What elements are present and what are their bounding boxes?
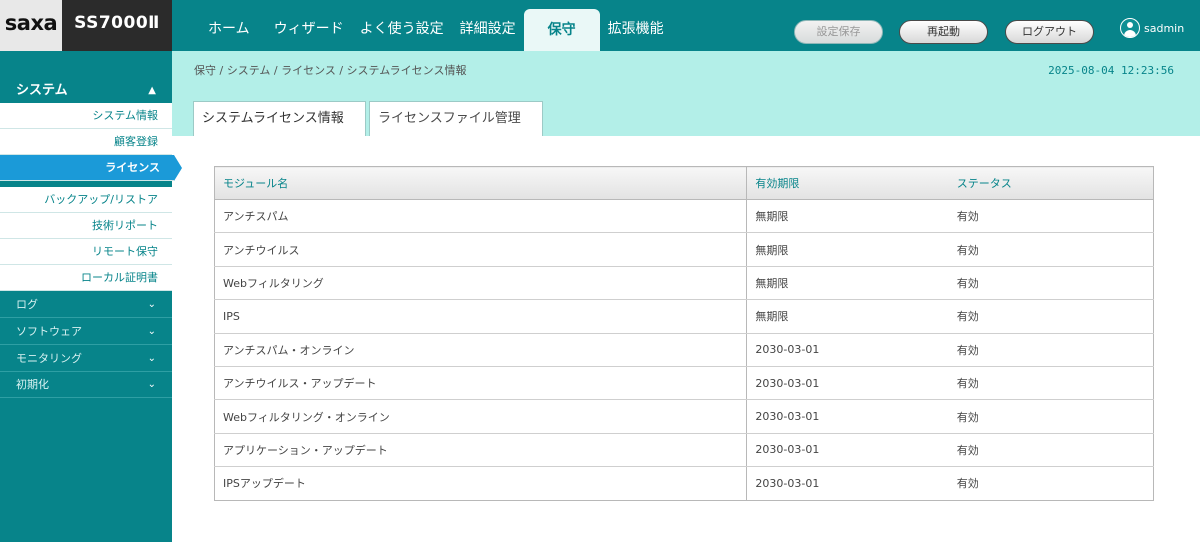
expiry-date: 無期限 [746,232,949,267]
sidebar-category-label: ログ [16,298,38,311]
status: 有効 [948,433,1154,468]
save-settings-button[interactable]: 設定保存 [794,20,883,44]
expiry-date: 2030-03-01 [746,366,949,401]
brand-logo: saxa [0,0,62,51]
chevron-down-icon: ⌄ [147,299,156,310]
module-name: IPS [214,299,747,334]
sidebar-category-monitoring[interactable]: モニタリング ⌄ [0,346,172,372]
top-header: saxa SS7000Ⅱ ホーム ウィザード よく使う設定 詳細設定 保守 拡張… [0,0,1200,51]
sidebar: システム ▲ システム情報 顧客登録 ライセンス バックアップ/リストア 技術リ… [0,51,182,542]
module-name: Webフィルタリング [214,266,747,301]
expiry-date: 無期限 [746,266,949,301]
breadcrumb: 保守 / システム / ライセンス / システムライセンス情報 [194,64,467,77]
nav-favorite-settings[interactable]: よく使う設定 [352,0,452,51]
status: 有効 [948,199,1154,234]
tab-system-license-info[interactable]: システムライセンス情報 [193,101,366,136]
status: 有効 [948,333,1154,367]
nav-wizard[interactable]: ウィザード [266,0,352,51]
status: 有効 [948,366,1154,401]
nav-maintenance[interactable]: 保守 [523,9,600,51]
table-row: Webフィルタリング・オンライン 2030-03-01 有効 [214,399,1154,434]
column-header-module: モジュール名 [214,166,747,200]
expiry-date: 2030-03-01 [746,433,949,468]
expiry-date: 2030-03-01 [746,333,949,367]
sidebar-category-software[interactable]: ソフトウェア ⌄ [0,319,172,345]
table-row: IPS 無期限 有効 [214,299,1154,334]
module-name: アンチスパム・オンライン [214,333,747,367]
module-name: Webフィルタリング・オンライン [214,399,747,434]
sidebar-item-tech-report[interactable]: 技術リポート [0,213,172,239]
sidebar-category-log[interactable]: ログ ⌄ [0,292,172,318]
sidebar-section-label: システム [16,83,68,98]
nav-advanced-settings[interactable]: 詳細設定 [452,0,524,51]
table-row: アンチスパム・オンライン 2030-03-01 有効 [214,333,1154,367]
user-icon [1120,18,1140,38]
chevron-up-icon: ▲ [148,85,156,96]
module-name: IPSアップデート [223,477,306,491]
status: 有効 [956,477,979,491]
sidebar-category-initialize[interactable]: 初期化 ⌄ [0,372,172,398]
sidebar-category-label: 初期化 [16,378,49,391]
logout-button[interactable]: ログアウト [1005,20,1094,44]
expiry-date: 無期限 [746,199,949,234]
table-row: アプリケーション・アップデート 2030-03-01 有効 [214,433,1154,468]
license-table: モジュール名 有効期限 ステータス アンチスパム 無期限 有効 アンチウイルス … [214,166,1154,501]
nav-home[interactable]: ホーム [200,0,258,51]
table-row: IPSアップデート 2030-03-01 有効 [215,466,1154,501]
nav-extensions[interactable]: 拡張機能 [600,0,672,51]
user-name: sadmin [1144,21,1185,35]
column-header-status: ステータス [948,166,1154,200]
main-nav: ホーム ウィザード よく使う設定 詳細設定 保守 拡張機能 [200,0,672,51]
tab-license-file-management[interactable]: ライセンスファイル管理 [369,101,543,136]
table-row: アンチウイルス・アップデート 2030-03-01 有効 [214,366,1154,401]
table-row: Webフィルタリング 無期限 有効 [214,266,1154,301]
status: 有効 [948,232,1154,267]
sidebar-section-system[interactable]: システム ▲ [0,80,172,102]
status: 有効 [948,266,1154,301]
sidebar-category-label: モニタリング [16,352,82,365]
sidebar-item-customer-registration[interactable]: 顧客登録 [0,129,172,155]
chevron-down-icon: ⌄ [147,326,156,337]
table-row: アンチウイルス 無期限 有効 [214,232,1154,267]
status: 有効 [948,299,1154,334]
chevron-down-icon: ⌄ [147,379,156,390]
sidebar-category-label: ソフトウェア [16,325,82,338]
module-name: アプリケーション・アップデート [214,433,747,468]
model-name: SS7000Ⅱ [62,0,172,51]
current-datetime: 2025-08-04 12:23:56 [1048,64,1174,77]
sidebar-item-local-certificate[interactable]: ローカル証明書 [0,265,172,291]
reboot-button[interactable]: 再起動 [899,20,988,44]
sidebar-item-license[interactable]: ライセンス [0,155,182,181]
status: 有効 [948,399,1154,434]
module-name: アンチウイルス・アップデート [214,366,747,401]
module-name: アンチスパム [214,199,747,234]
table-row: アンチスパム 無期限 有効 [214,199,1154,234]
user-menu[interactable]: sadmin [1120,18,1184,38]
expiry-date: 無期限 [746,299,949,334]
sidebar-item-remote-maintenance[interactable]: リモート保守 [0,239,172,265]
chevron-down-icon: ⌄ [147,353,156,364]
expiry-date: 2030-03-01 [746,399,949,434]
sidebar-item-backup-restore[interactable]: バックアップ/リストア [0,187,172,213]
table-header-row: モジュール名 有効期限 ステータス [214,166,1154,200]
sidebar-item-system-info[interactable]: システム情報 [0,103,172,129]
column-header-expiry: 有効期限 [746,166,949,200]
module-name: アンチウイルス [214,232,747,267]
expiry-date: 2030-03-01 [746,466,949,501]
